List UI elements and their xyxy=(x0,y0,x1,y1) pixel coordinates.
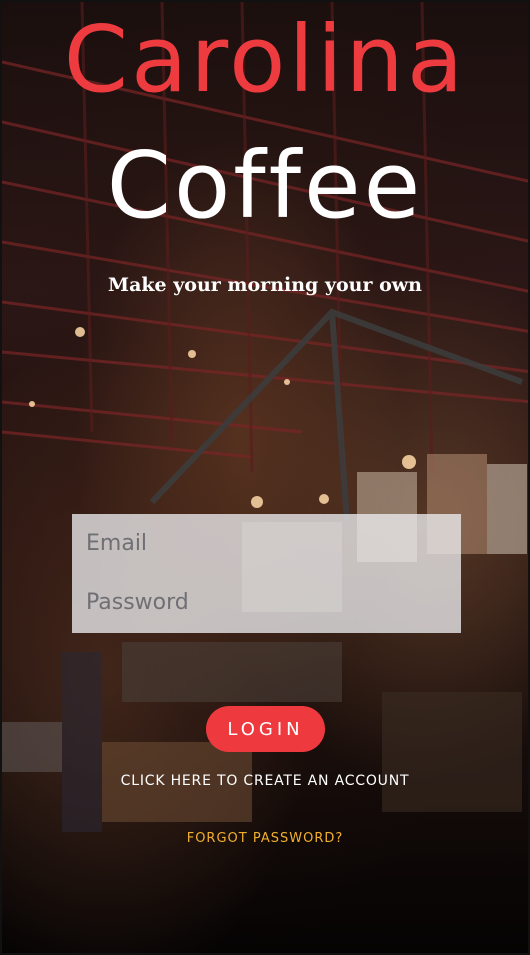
tagline: Make your morning your own xyxy=(108,274,422,296)
login-form xyxy=(72,514,461,633)
brand-title-coffee: Coffee xyxy=(106,132,424,239)
login-screen: Carolina Coffee Make your morning your o… xyxy=(0,0,530,955)
create-account-link[interactable]: CLICK HERE TO CREATE AN ACCOUNT xyxy=(2,773,528,789)
brand-title-carolina: Carolina xyxy=(63,6,467,113)
password-field[interactable] xyxy=(72,573,461,632)
login-button[interactable]: LOGIN xyxy=(206,706,325,752)
forgot-password-link[interactable]: FORGOT PASSWORD? xyxy=(2,831,528,846)
email-field[interactable] xyxy=(72,514,461,573)
